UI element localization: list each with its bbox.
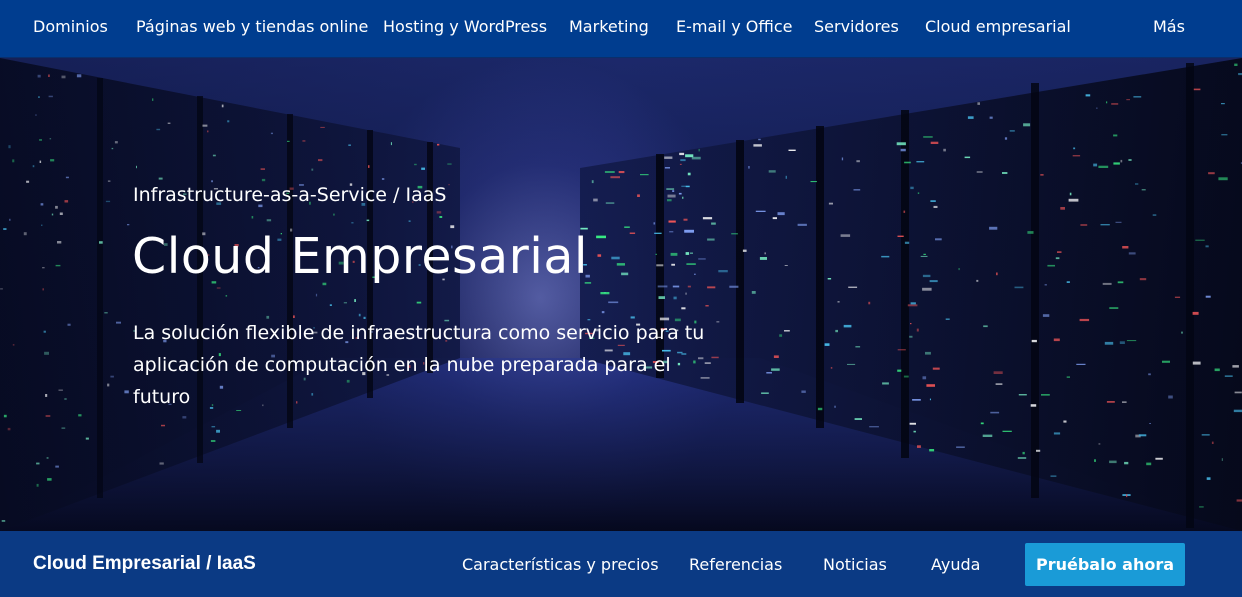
nav-item-servidores[interactable]: Servidores	[814, 17, 899, 36]
hero-kicker: Infrastructure-as-a-Service / IaaS	[133, 184, 447, 206]
nav-item-cloud-empresarial[interactable]: Cloud empresarial	[925, 17, 1071, 36]
product-name: Cloud Empresarial / IaaS	[33, 553, 256, 574]
hero-title: Cloud Empresarial	[132, 228, 589, 285]
subnav-link-referencias[interactable]: Referencias	[689, 555, 782, 574]
product-subnavigation: Cloud Empresarial / IaaS Características…	[0, 531, 1242, 597]
hero-overlay	[0, 58, 1242, 531]
hero-banner: Infrastructure-as-a-Service / IaaS Cloud…	[0, 58, 1242, 531]
nav-item-mas[interactable]: Más	[1153, 17, 1185, 36]
nav-item-hosting[interactable]: Hosting y WordPress	[383, 17, 547, 36]
nav-item-paginas-web[interactable]: Páginas web y tiendas online	[136, 17, 368, 36]
nav-item-marketing[interactable]: Marketing	[569, 17, 649, 36]
nav-item-email-office[interactable]: E-mail y Office	[676, 17, 793, 36]
try-now-button[interactable]: Pruébalo ahora	[1025, 543, 1185, 586]
subnav-link-noticias[interactable]: Noticias	[823, 555, 887, 574]
subnav-link-ayuda[interactable]: Ayuda	[931, 555, 980, 574]
nav-item-dominios[interactable]: Dominios	[33, 17, 108, 36]
subnav-link-caracteristicas[interactable]: Características y precios	[462, 555, 659, 574]
main-navigation: Dominios Páginas web y tiendas online Ho…	[0, 0, 1242, 58]
hero-description: La solución flexible de infraestructura …	[133, 322, 705, 408]
